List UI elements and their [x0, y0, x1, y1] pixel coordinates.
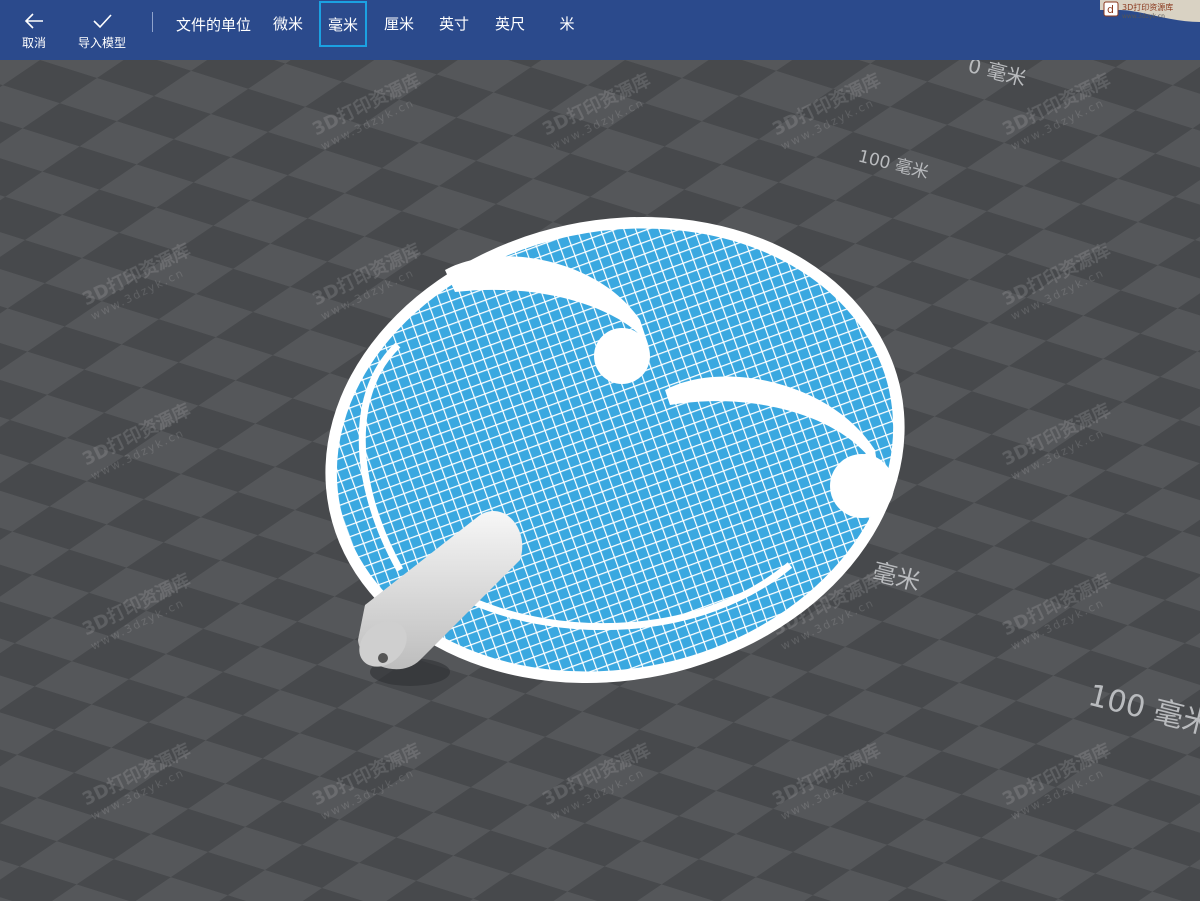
unit-micrometer[interactable]: 微米 — [266, 0, 310, 46]
watermark-logo: d 3D打印资源库 www.3dzyk.cn — [1100, 0, 1200, 22]
unit-inch-label: 英寸 — [438, 14, 469, 33]
svg-text:www.3dzyk.cn: www.3dzyk.cn — [1122, 13, 1165, 20]
unit-meter-label: 米 — [559, 14, 575, 33]
checkmark-icon — [93, 13, 112, 28]
cancel-button[interactable]: 取消 — [12, 0, 56, 60]
unit-foot-label: 英尺 — [494, 14, 525, 33]
unit-centimeter-label: 厘米 — [383, 14, 414, 33]
unit-millimeter[interactable]: 毫米 — [319, 1, 367, 47]
unit-centimeter[interactable]: 厘米 — [377, 0, 421, 46]
unit-inch[interactable]: 英寸 — [432, 0, 476, 46]
unit-meter[interactable]: 米 — [545, 0, 589, 46]
import-model-button[interactable]: 导入模型 — [74, 0, 130, 60]
3d-viewport[interactable]: 0 毫米 100 毫米 毫米 100 毫米 3D打印资源库 www.3dzyk.c… — [0, 60, 1200, 901]
back-arrow-icon — [24, 12, 43, 29]
svg-text:d: d — [1107, 3, 1114, 16]
toolbar-separator — [152, 12, 153, 32]
unit-foot[interactable]: 英尺 — [488, 0, 532, 46]
cancel-label: 取消 — [21, 35, 46, 50]
file-units-label: 文件的单位 — [176, 16, 252, 34]
unit-micrometer-label: 微米 — [272, 14, 303, 33]
import-model-label: 导入模型 — [77, 35, 126, 50]
top-toolbar: 取消 导入模型 文件的单位 微米 毫米 厘米 英寸 英尺 米 d 3D打印资源库… — [0, 0, 1200, 60]
unit-millimeter-label: 毫米 — [327, 15, 358, 34]
svg-text:3D打印资源库: 3D打印资源库 — [1122, 2, 1173, 12]
